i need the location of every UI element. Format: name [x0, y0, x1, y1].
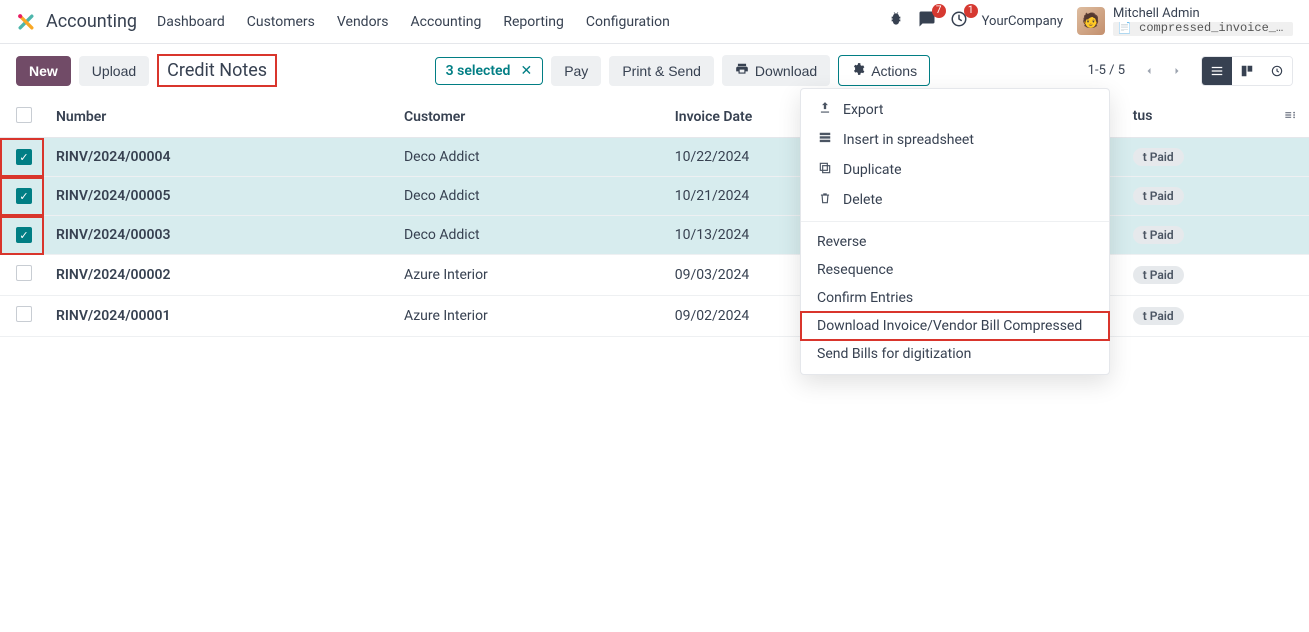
pager-text[interactable]: 1-5 / 5	[1088, 63, 1125, 78]
action-download-compressed[interactable]: Download Invoice/Vendor Bill Compressed	[801, 312, 1109, 340]
actions-dropdown: Export Insert in spreadsheet Duplicate D…	[800, 88, 1110, 375]
cell-status: t Paid	[1121, 296, 1309, 337]
bug-icon[interactable]	[888, 11, 904, 31]
status-badge: t Paid	[1133, 148, 1184, 166]
selection-indicator: 3 selected ✕	[435, 57, 544, 85]
gear-icon	[851, 62, 865, 79]
view-switcher	[1201, 56, 1293, 86]
user-name: Mitchell Admin	[1113, 7, 1293, 22]
action-duplicate[interactable]: Duplicate	[801, 155, 1109, 185]
table-row[interactable]: RINV/2024/00003Deco Addict10/13/2024Toda…	[0, 216, 1309, 255]
avatar: 🧑	[1077, 7, 1105, 35]
cell-number: RINV/2024/00002	[44, 255, 392, 296]
col-customer[interactable]: Customer	[392, 97, 663, 138]
company-selector[interactable]: YourCompany	[982, 14, 1063, 29]
cell-customer: Deco Addict	[392, 216, 663, 255]
selection-count: 3 selected	[446, 63, 511, 79]
row-checkbox[interactable]	[16, 227, 32, 243]
nav-items: Dashboard Customers Vendors Accounting R…	[157, 14, 670, 30]
cell-status: t Paid	[1121, 216, 1309, 255]
cell-status: t Paid	[1121, 177, 1309, 216]
spreadsheet-icon	[817, 131, 833, 149]
cell-number: RINV/2024/00005	[44, 177, 392, 216]
actions-button[interactable]: Actions	[838, 55, 930, 86]
duplicate-icon	[817, 161, 833, 179]
app-logo	[16, 12, 36, 32]
cell-status: t Paid	[1121, 138, 1309, 177]
nav-item-dashboard[interactable]: Dashboard	[157, 14, 225, 30]
cell-customer: Azure Interior	[392, 255, 663, 296]
trash-icon	[817, 191, 833, 209]
new-button[interactable]: New	[16, 56, 71, 86]
clear-selection-icon[interactable]: ✕	[520, 63, 532, 79]
table-row[interactable]: RINV/2024/00004Deco Addict10/22/2024Toda…	[0, 138, 1309, 177]
row-checkbox[interactable]	[16, 265, 32, 281]
nav-item-customers[interactable]: Customers	[247, 14, 315, 30]
credit-notes-table: Number Customer Invoice Date Due Date tu…	[0, 97, 1309, 337]
download-button[interactable]: Download	[722, 55, 830, 86]
select-all-checkbox[interactable]	[16, 107, 32, 123]
status-badge: t Paid	[1133, 266, 1184, 284]
list-view-button[interactable]	[1202, 57, 1232, 85]
cell-status: t Paid	[1121, 255, 1309, 296]
action-insert-spreadsheet[interactable]: Insert in spreadsheet	[801, 125, 1109, 155]
pager-prev-button[interactable]	[1135, 57, 1163, 85]
user-file-tag: 📄 compressed_invoice_repor…	[1113, 22, 1293, 36]
status-badge: t Paid	[1133, 307, 1184, 325]
cell-customer: Azure Interior	[392, 296, 663, 337]
breadcrumb: Credit Notes	[157, 54, 277, 87]
dropdown-separator	[801, 221, 1109, 222]
col-status[interactable]: tus	[1121, 97, 1309, 138]
activity-badge: 1	[964, 4, 978, 18]
nav-item-vendors[interactable]: Vendors	[337, 14, 389, 30]
optional-columns-icon[interactable]	[1283, 108, 1297, 126]
chat-badge: 7	[932, 4, 946, 18]
pay-button[interactable]: Pay	[551, 56, 601, 86]
table-row[interactable]: RINV/2024/00002Azure Interior09/03/2024T…	[0, 255, 1309, 296]
print-send-button[interactable]: Print & Send	[609, 56, 714, 86]
activity-icon[interactable]: 1	[950, 10, 968, 32]
app-title[interactable]: Accounting	[46, 11, 137, 32]
status-badge: t Paid	[1133, 187, 1184, 205]
row-checkbox[interactable]	[16, 188, 32, 204]
action-export[interactable]: Export	[801, 95, 1109, 125]
print-icon	[735, 62, 749, 79]
upload-button[interactable]: Upload	[79, 56, 149, 86]
top-nav: Accounting Dashboard Customers Vendors A…	[0, 0, 1309, 44]
action-confirm-entries[interactable]: Confirm Entries	[801, 284, 1109, 312]
activity-view-button[interactable]	[1262, 57, 1292, 85]
col-number[interactable]: Number	[44, 97, 392, 138]
row-checkbox[interactable]	[16, 149, 32, 165]
pager-next-button[interactable]	[1163, 57, 1191, 85]
user-menu[interactable]: 🧑 Mitchell Admin 📄 compressed_invoice_re…	[1077, 7, 1293, 36]
nav-item-configuration[interactable]: Configuration	[586, 14, 670, 30]
nav-item-accounting[interactable]: Accounting	[411, 14, 482, 30]
table-row[interactable]: RINV/2024/00005Deco Addict10/21/2024Toda…	[0, 177, 1309, 216]
status-badge: t Paid	[1133, 226, 1184, 244]
control-bar: New Upload Credit Notes 3 selected ✕ Pay…	[0, 44, 1309, 97]
cell-customer: Deco Addict	[392, 138, 663, 177]
action-resequence[interactable]: Resequence	[801, 256, 1109, 284]
cell-number: RINV/2024/00004	[44, 138, 392, 177]
cell-customer: Deco Addict	[392, 177, 663, 216]
kanban-view-button[interactable]	[1232, 57, 1262, 85]
table-row[interactable]: RINV/2024/00001Azure Interior09/02/2024T…	[0, 296, 1309, 337]
cell-number: RINV/2024/00001	[44, 296, 392, 337]
row-checkbox[interactable]	[16, 306, 32, 322]
chat-icon[interactable]: 7	[918, 10, 936, 32]
export-icon	[817, 101, 833, 119]
action-delete[interactable]: Delete	[801, 185, 1109, 215]
nav-item-reporting[interactable]: Reporting	[503, 14, 564, 30]
action-reverse[interactable]: Reverse	[801, 228, 1109, 256]
cell-number: RINV/2024/00003	[44, 216, 392, 255]
action-send-bills[interactable]: Send Bills for digitization	[801, 340, 1109, 368]
